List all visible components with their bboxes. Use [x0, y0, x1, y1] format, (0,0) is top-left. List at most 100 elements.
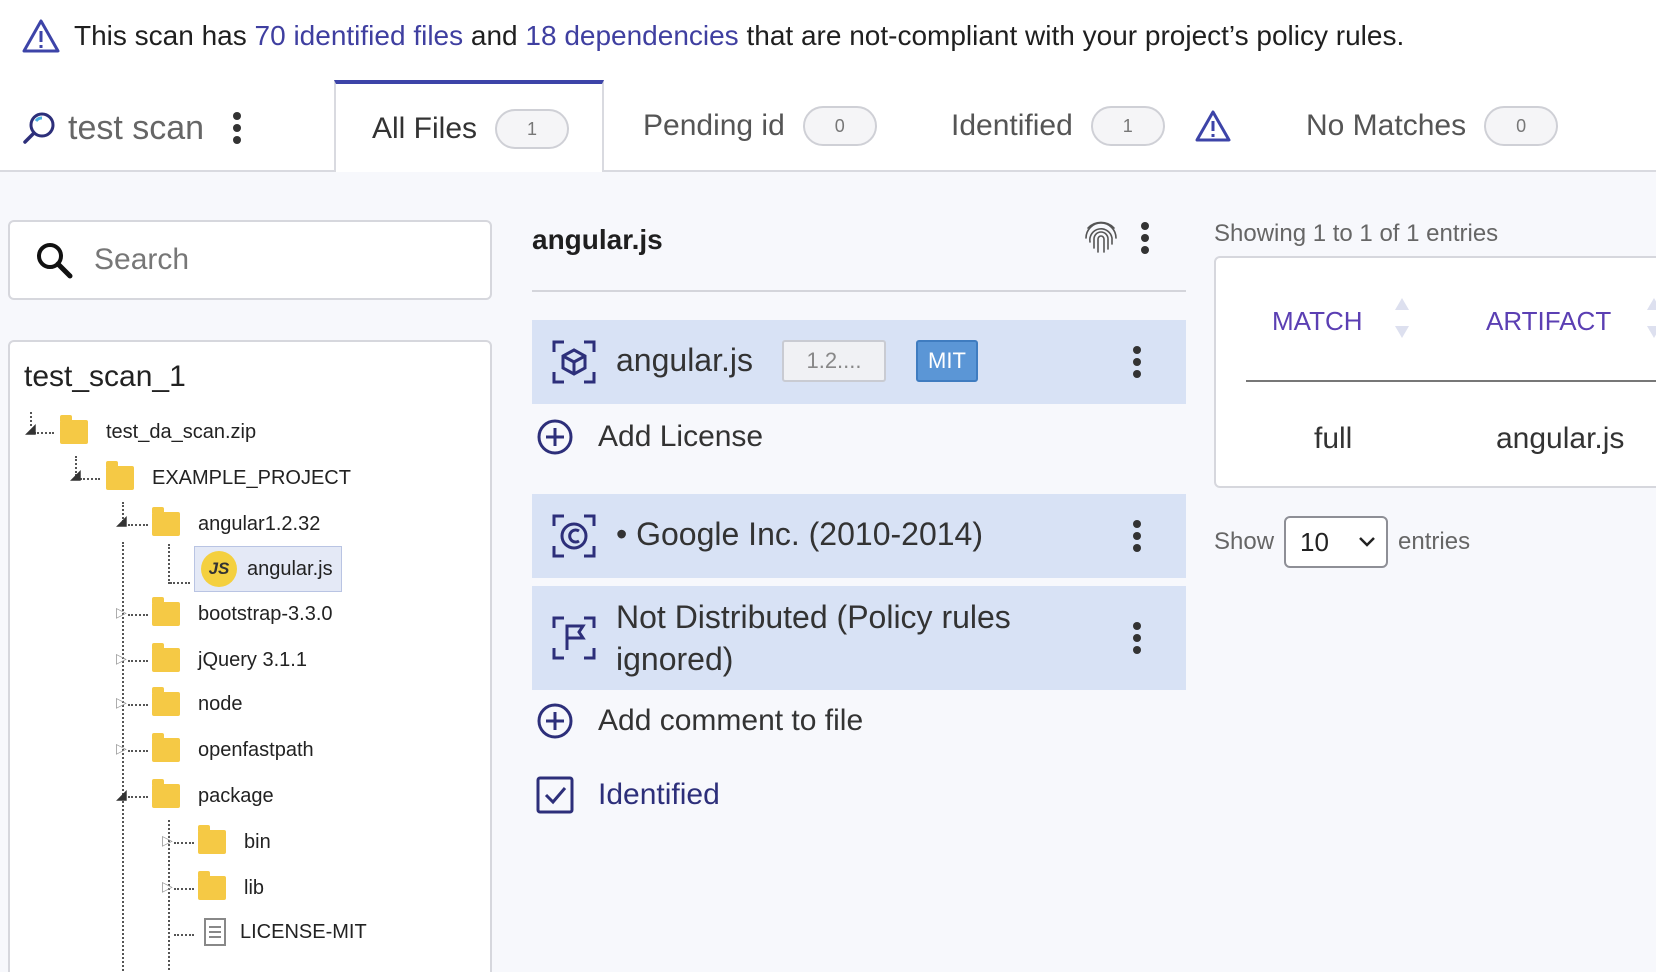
tab-all-files[interactable]: All Files 1: [334, 80, 604, 174]
tab-no-matches[interactable]: No Matches 0: [1306, 80, 1559, 172]
tab-pending-id[interactable]: Pending id 0: [643, 80, 877, 172]
tree-node-folder[interactable]: openfastpath: [152, 728, 314, 772]
tab-count-badge: 0: [802, 106, 877, 146]
expand-caret-icon[interactable]: ▷: [162, 878, 173, 895]
folder-icon: [106, 461, 134, 490]
tree-node-folder[interactable]: bin: [198, 820, 271, 864]
table-header-divider: [1246, 380, 1656, 382]
folder-icon: [152, 733, 180, 762]
expand-caret-icon[interactable]: ▷: [116, 694, 127, 711]
tree-node-label: angular1.2.32: [198, 512, 321, 535]
column-header-artifact[interactable]: ARTIFACT: [1486, 306, 1611, 337]
tree-node-folder[interactable]: EXAMPLE_PROJECT: [106, 456, 351, 500]
folder-icon: [152, 507, 180, 536]
copyright-menu-button[interactable]: [1132, 520, 1142, 552]
file-menu-button[interactable]: [1140, 222, 1150, 254]
distribution-line-2: ignored): [616, 641, 734, 677]
scan-header: test scan: [22, 104, 242, 152]
tree-node-folder[interactable]: package: [152, 774, 274, 818]
tree-node-folder[interactable]: jQuery 3.1.1: [152, 638, 307, 682]
divider: [532, 290, 1186, 292]
plus-circle-icon: [537, 419, 573, 455]
search-input[interactable]: [94, 238, 474, 282]
entries-label: entries: [1398, 528, 1471, 555]
scan-menu-button[interactable]: [232, 112, 242, 144]
search-icon: [37, 243, 73, 279]
tree-node-label: node: [198, 692, 243, 715]
component-card: angular.js 1.2.... MIT: [532, 320, 1186, 404]
tab-bar: test scan All Files 1 Pending id 0 Ident…: [0, 80, 1656, 174]
tab-count-badge: 1: [495, 109, 570, 149]
add-comment-button[interactable]: Add comment to file: [536, 696, 863, 746]
sort-icon[interactable]: [1646, 296, 1656, 340]
expand-caret-icon[interactable]: ▷: [116, 604, 127, 621]
expand-caret-icon[interactable]: ▷: [162, 832, 173, 849]
identified-checkbox[interactable]: Identified: [536, 770, 720, 820]
collapse-caret-icon[interactable]: ◢: [116, 786, 127, 803]
cell-match: full: [1314, 422, 1353, 455]
tab-count-badge: 0: [1484, 106, 1559, 146]
search-box: [8, 220, 492, 300]
tree-node-label: LICENSE-MIT: [240, 920, 367, 943]
policy-alert-banner: This scan has 70 identified files and 18…: [0, 0, 1656, 80]
distribution-menu-button[interactable]: [1132, 622, 1142, 654]
identified-files-link[interactable]: 70 identified files: [255, 20, 464, 51]
main-content: test_scan_1 ◢ ◢ ◢ ▷ ▷ ▷ ▷ ◢ ▷ ▷ test_da_…: [0, 172, 1656, 972]
distribution-line-1: Not Distributed (Policy rules: [616, 599, 1011, 635]
chevron-down-icon: [1359, 537, 1375, 547]
page-size-select[interactable]: 10: [1284, 516, 1389, 568]
fingerprint-icon[interactable]: [1080, 216, 1122, 258]
folder-icon: [60, 415, 88, 444]
component-menu-button[interactable]: [1132, 346, 1142, 378]
collapse-caret-icon[interactable]: ◢: [116, 512, 127, 529]
copyright-card: • Google Inc. (2010-2014): [532, 494, 1186, 578]
distribution-text: Not Distributed (Policy rules ignored): [616, 596, 1011, 680]
expand-caret-icon[interactable]: ▷: [116, 650, 127, 667]
scan-name: test scan: [68, 108, 205, 147]
folder-icon: [152, 687, 180, 716]
add-license-button[interactable]: Add License: [536, 412, 763, 462]
dependencies-link[interactable]: 18 dependencies: [525, 20, 738, 51]
tree-node-label: package: [198, 784, 274, 807]
collapse-caret-icon[interactable]: ◢: [25, 420, 36, 437]
component-name: angular.js: [616, 342, 753, 378]
tree-node-folder[interactable]: node: [152, 682, 243, 726]
folder-icon: [198, 825, 226, 854]
identified-label: Identified: [598, 778, 720, 811]
cell-artifact: angular.js: [1496, 422, 1625, 455]
tree-node-folder[interactable]: lib: [198, 866, 264, 910]
flag-icon: [552, 616, 596, 660]
tree-node-label: angular.js: [247, 557, 333, 580]
tree-node-folder[interactable]: bootstrap-3.3.0: [152, 592, 333, 636]
tab-identified[interactable]: Identified 1: [951, 80, 1231, 172]
tree-node-file-selected[interactable]: JS angular.js: [194, 546, 342, 592]
tree-node-label: test_da_scan.zip: [106, 420, 257, 443]
file-title: angular.js: [532, 224, 663, 255]
add-comment-label: Add comment to file: [598, 704, 864, 737]
tree-node-label: EXAMPLE_PROJECT: [152, 466, 351, 489]
column-header-match[interactable]: MATCH: [1272, 306, 1363, 337]
tree-node-label: openfastpath: [198, 738, 314, 761]
copyright-icon: [552, 514, 596, 558]
license-badge[interactable]: MIT: [916, 340, 978, 382]
tree-node-label: jQuery 3.1.1: [198, 648, 307, 671]
folder-icon: [152, 779, 180, 808]
collapse-caret-icon[interactable]: ◢: [70, 466, 81, 483]
tree-node-folder[interactable]: angular1.2.32: [152, 502, 320, 546]
show-label: Show: [1214, 528, 1275, 555]
add-license-label: Add License: [598, 420, 764, 453]
alert-prefix: This scan has: [74, 20, 255, 51]
expand-caret-icon[interactable]: ▷: [116, 740, 127, 757]
checkbox-checked-icon: [536, 776, 574, 814]
warning-icon: [1195, 110, 1231, 142]
js-file-icon: JS: [201, 551, 237, 587]
tree-node-folder[interactable]: test_da_scan.zip: [60, 410, 256, 454]
version-field[interactable]: 1.2....: [782, 340, 886, 382]
tab-label: No Matches: [1306, 109, 1467, 142]
tab-label: All Files: [372, 112, 478, 145]
sort-icon[interactable]: [1394, 296, 1410, 340]
tree-root-title: test_scan_1: [24, 360, 186, 393]
matches-table: MATCH ARTIFACT full angular.js: [1214, 256, 1656, 488]
scan-search-icon: [23, 112, 55, 144]
tree-node-file[interactable]: LICENSE-MIT: [204, 910, 367, 954]
